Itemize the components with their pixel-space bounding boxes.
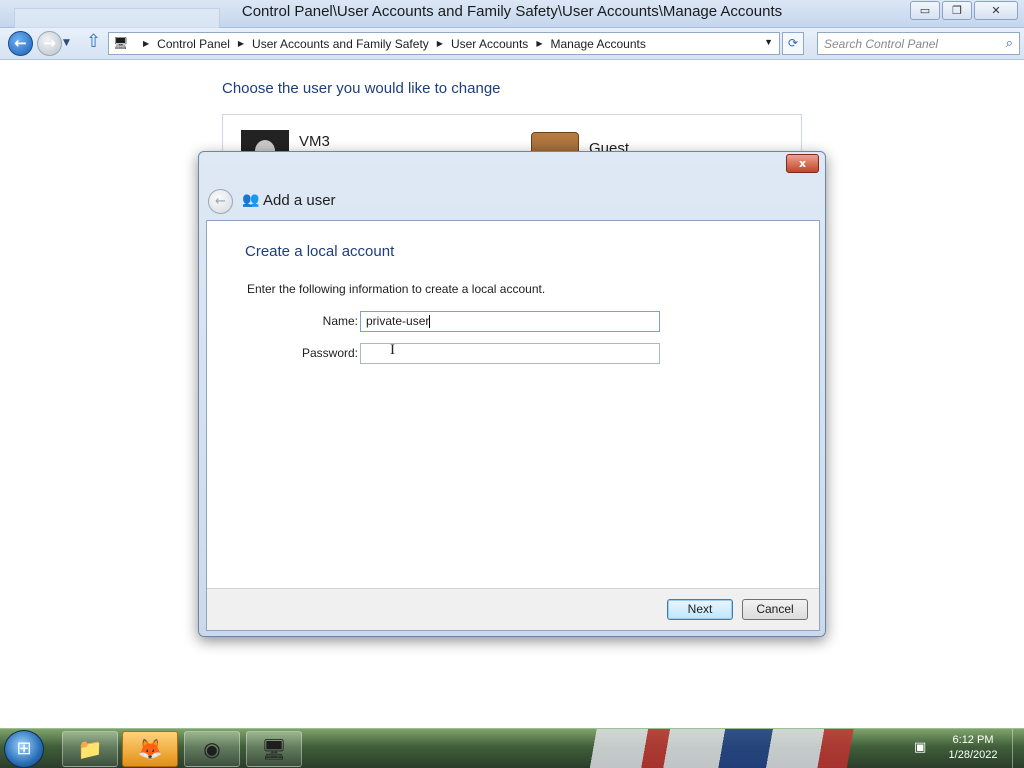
navigation-bar: ← → ▼ ⇧ 🖥 ▶ Control Panel ▶ User Account… [0,28,1024,60]
window-title: Control Panel\User Accounts and Family S… [241,3,783,20]
cancel-button[interactable]: Cancel [742,599,808,620]
clock-date: 1/28/2022 [948,749,998,761]
windows-explorer-icon[interactable]: 📁 [62,731,118,767]
name-field[interactable]: private-user [360,311,660,332]
dialog-title: Add a user [263,192,336,209]
dialog-heading: Create a local account [245,243,395,260]
address-bar[interactable]: 🖥 ▶ Control Panel ▶ User Accounts and Fa… [108,32,780,55]
dialog-description: Enter the following information to creat… [247,282,546,296]
users-icon: 👥 [242,192,260,208]
breadcrumb-separator-icon[interactable]: ▶ [143,39,149,48]
recent-pages-dropdown-icon[interactable]: ▼ [63,38,70,48]
refresh-button[interactable]: ⟳ [782,32,804,55]
maximize-button[interactable]: ❐ [942,1,972,20]
breadcrumb-separator-icon[interactable]: ▶ [536,39,542,48]
close-button[interactable]: ✕ [974,1,1018,20]
password-label: Password: [301,346,358,360]
system-clock[interactable]: 6:12 PM 1/28/2022 [940,733,1006,763]
breadcrumb-separator-icon[interactable]: ▶ [238,39,244,48]
text-caret [429,315,431,329]
back-button[interactable]: ← [8,31,33,56]
forward-button[interactable]: → [37,31,62,56]
show-desktop-button[interactable] [1012,729,1024,768]
control-panel-icon: 🖥 [113,35,129,50]
breadcrumb-manage-accounts[interactable]: Manage Accounts [550,37,645,51]
network-icon[interactable]: ▣ [914,740,926,755]
chrome-icon[interactable]: ◉ [184,731,240,767]
taskbar: ⊞ 📁 🦊 ◉ 🖥 ▣ 6:12 PM 1/28/2022 [0,728,1024,768]
password-field[interactable] [360,343,660,364]
user-name-vm3[interactable]: VM3 [299,133,330,150]
page-heading: Choose the user you would like to change [222,80,501,97]
dialog-content: Create a local account Enter the followi… [206,220,820,631]
breadcrumb-separator-icon[interactable]: ▶ [437,39,443,48]
search-icon[interactable]: ⌕ [1006,35,1013,51]
dialog-footer: Next Cancel [207,588,819,630]
next-button[interactable]: Next [667,599,733,620]
add-user-dialog: x ← 👥 Add a user Create a local account … [198,151,826,637]
breadcrumb-control-panel[interactable]: Control Panel [157,37,230,51]
breadcrumb-user-accounts-family-safety[interactable]: User Accounts and Family Safety [252,37,429,51]
firefox-icon[interactable]: 🦊 [122,731,178,767]
minimize-button[interactable]: ▭ [910,1,940,20]
address-dropdown-icon[interactable]: ▼ [764,37,773,47]
search-input[interactable]: Search Control Panel ⌕ [817,32,1020,55]
text-cursor-icon: I [390,342,395,358]
clock-time: 6:12 PM [952,734,994,746]
desktop-wallpaper [560,729,920,768]
control-panel-taskbar-icon[interactable]: 🖥 [246,731,302,767]
dialog-close-button[interactable]: x [786,154,819,173]
name-field-value: private-user [366,314,430,328]
breadcrumb-user-accounts[interactable]: User Accounts [451,37,528,51]
dialog-back-button[interactable]: ← [208,189,233,214]
search-placeholder: Search Control Panel [824,37,939,51]
up-arrow-icon[interactable]: ⇧ [86,31,101,52]
window-controls: ▭ ❐ ✕ [910,1,1018,20]
window-title-bar: Control Panel\User Accounts and Family S… [0,0,1024,30]
start-button[interactable]: ⊞ [4,730,44,768]
name-label: Name: [322,314,358,328]
